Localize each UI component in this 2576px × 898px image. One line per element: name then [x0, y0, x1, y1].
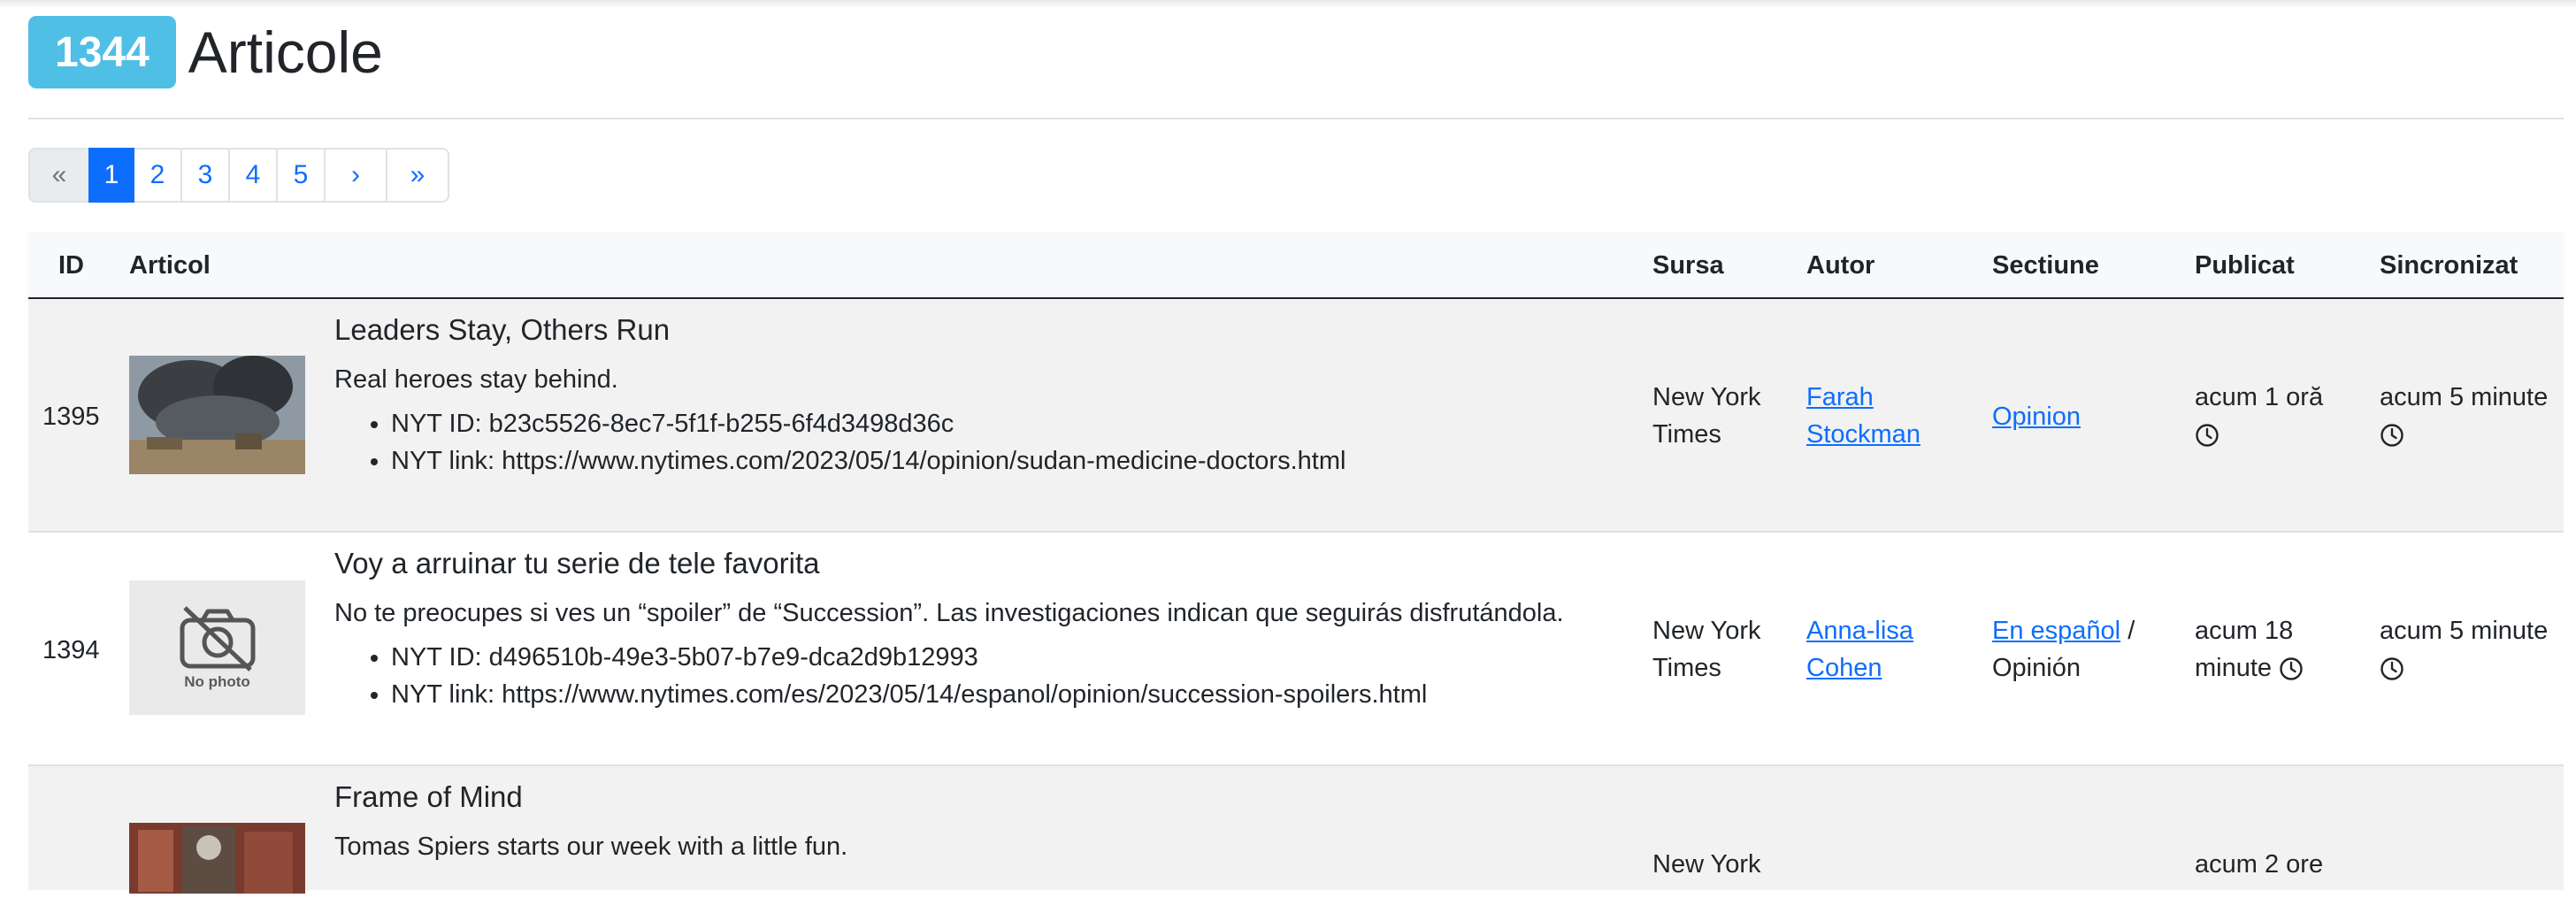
smoke-photo-icon: [129, 356, 305, 474]
published-time: acum 2 ore: [2195, 850, 2324, 879]
top-shadow: [0, 0, 2576, 9]
article-thumbnail[interactable]: [129, 356, 305, 474]
page-heading: 1344 Articole: [28, 16, 383, 88]
clock-icon: [2280, 657, 2303, 680]
column-header-author[interactable]: Autor: [1806, 251, 1874, 280]
nyt-id: NYT ID: b23c5526-8ec7-5f1f-b255-6f4d3498…: [391, 405, 1346, 442]
article-summary: No te preocupes si ves un “spoiler” de “…: [334, 599, 1564, 627]
clock-icon: [2380, 424, 2404, 447]
article-info: Frame of Mind Tomas Spiers starts our we…: [334, 779, 847, 865]
column-header-article[interactable]: Articol: [129, 251, 211, 280]
pagination: « 1 2 3 4 5 › »: [28, 148, 449, 203]
pagination-next[interactable]: ›: [324, 148, 387, 203]
article-count-badge: 1344: [28, 16, 176, 88]
article-thumbnail[interactable]: [129, 823, 305, 894]
article-source: New York Times: [1652, 617, 1761, 682]
synced-time: acum 5 minute: [2380, 379, 2548, 453]
photo-icon: [129, 823, 305, 894]
no-photo-label: No photo: [184, 673, 250, 690]
article-info: Voy a arruinar tu serie de tele favorita…: [334, 545, 1564, 713]
table-header: ID Articol Sursa Autor Sectiune Publicat…: [28, 232, 2564, 301]
pagination-page-1[interactable]: 1: [88, 148, 134, 203]
no-photo-icon: [180, 606, 255, 672]
table-row[interactable]: 1395 Leaders Stay, Others Run Real heroe…: [28, 299, 2564, 533]
column-header-section[interactable]: Sectiune: [1992, 251, 2099, 280]
nyt-link: NYT link: https://www.nytimes.com/es/202…: [391, 676, 1564, 713]
nyt-link: NYT link: https://www.nytimes.com/2023/0…: [391, 442, 1346, 480]
article-id: 1395: [42, 403, 100, 431]
column-header-source[interactable]: Sursa: [1652, 251, 1724, 280]
pagination-page-5[interactable]: 5: [276, 148, 326, 203]
page-title: Articole: [188, 19, 383, 85]
article-title[interactable]: Frame of Mind: [334, 779, 847, 816]
published-time: acum 18 minute: [2195, 612, 2304, 687]
article-source: New York Times: [1652, 383, 1761, 449]
pagination-last[interactable]: »: [386, 148, 449, 203]
column-header-synced[interactable]: Sincronizat: [2380, 251, 2518, 280]
author-link[interactable]: Anna-lisa Cohen: [1806, 612, 1913, 687]
article-source: New York: [1652, 850, 1761, 879]
pagination-page-4[interactable]: 4: [228, 148, 278, 203]
section-link[interactable]: Opinion: [1992, 398, 2081, 435]
section-separator: /: [2128, 617, 2135, 645]
article-summary: Tomas Spiers starts our week with a litt…: [334, 833, 848, 861]
section-link[interactable]: En español: [1992, 617, 2120, 645]
article-title[interactable]: Voy a arruinar tu serie de tele favorita: [334, 545, 1564, 582]
synced-time: acum 5 minute: [2380, 612, 2548, 687]
clock-icon: [2380, 657, 2404, 680]
article-meta-list: NYT ID: d496510b-49e3-5b07-b7e9-dca2d9b1…: [334, 639, 1564, 713]
article-title[interactable]: Leaders Stay, Others Run: [334, 311, 1346, 349]
divider: [28, 118, 2564, 119]
table-row[interactable]: 1394 No photo Voy a arruinar tu serie de…: [28, 533, 2564, 766]
article-info: Leaders Stay, Others Run Real heroes sta…: [334, 311, 1346, 480]
column-header-published[interactable]: Publicat: [2195, 251, 2295, 280]
section: En español / Opinión: [1992, 612, 2135, 687]
column-header-id[interactable]: ID: [58, 251, 84, 280]
table-row[interactable]: Frame of Mind Tomas Spiers starts our we…: [28, 766, 2564, 894]
pagination-page-2[interactable]: 2: [133, 148, 182, 203]
nyt-id: NYT ID: d496510b-49e3-5b07-b7e9-dca2d9b1…: [391, 639, 1564, 676]
article-thumbnail[interactable]: No photo: [129, 580, 305, 715]
author-link[interactable]: Farah Stockman: [1806, 379, 1920, 453]
published-time: acum 1 oră: [2195, 379, 2323, 453]
clock-icon: [2196, 424, 2219, 447]
article-summary: Real heroes stay behind.: [334, 365, 618, 394]
article-meta-list: NYT ID: b23c5526-8ec7-5f1f-b255-6f4d3498…: [334, 405, 1346, 480]
section-subsection: Opinión: [1992, 654, 2081, 682]
article-id: 1394: [42, 636, 100, 664]
pagination-first[interactable]: «: [28, 148, 90, 203]
pagination-page-3[interactable]: 3: [180, 148, 230, 203]
